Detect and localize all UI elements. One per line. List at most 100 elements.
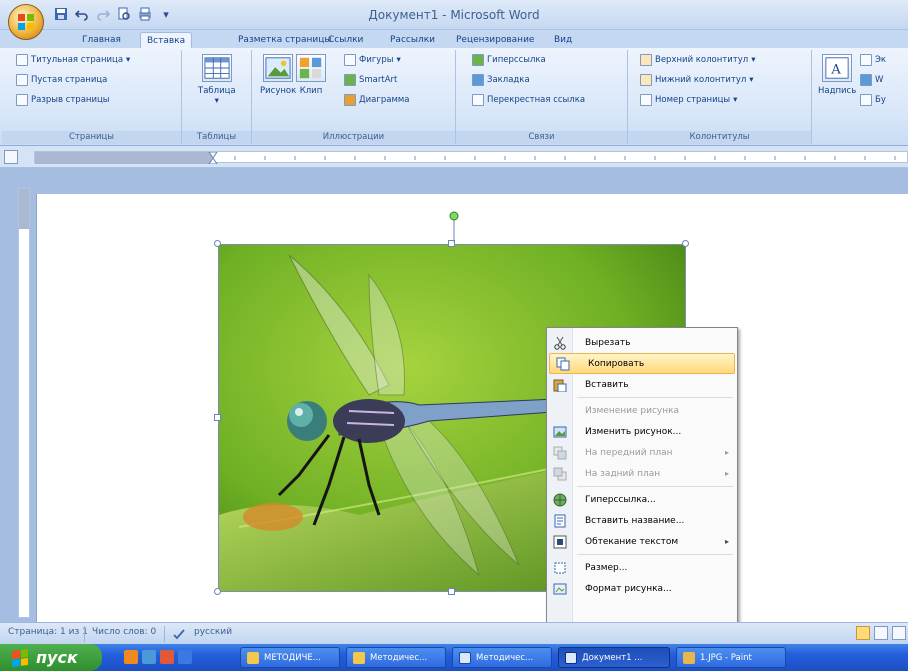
firefox-quicklaunch-icon[interactable] <box>124 650 138 664</box>
page-number-icon <box>640 94 652 106</box>
taskbar-button-word-1[interactable]: Методичес... <box>452 647 552 668</box>
header-button[interactable]: Верхний колонтитул ▾ <box>640 54 756 66</box>
resize-handle-sw[interactable] <box>214 588 221 595</box>
page-break-icon <box>16 94 28 106</box>
caption-icon <box>554 514 566 527</box>
taskbar-button-word-2[interactable]: Документ1 ... <box>558 647 670 668</box>
chart-button[interactable]: Диаграмма <box>344 94 409 106</box>
cross-reference-button[interactable]: Перекрестная ссылка <box>472 94 585 106</box>
tab-insert[interactable]: Вставка <box>140 32 193 48</box>
browser-quicklaunch-icon[interactable] <box>178 650 192 664</box>
quick-parts-button[interactable]: Эк <box>860 54 886 66</box>
menu-item-bring-front: На передний план ▸ <box>547 442 737 463</box>
cover-page-icon <box>16 54 28 66</box>
menu-item-paste[interactable]: Вставить <box>547 374 737 395</box>
menu-item-size[interactable]: Размер... <box>547 557 737 578</box>
wordart-icon <box>860 74 872 86</box>
vertical-ruler[interactable] <box>18 188 30 618</box>
tab-selector[interactable] <box>4 150 18 164</box>
taskbar-button-folder-1[interactable]: МЕТОДИЧЕ... <box>240 647 340 668</box>
text-box-icon: A <box>822 54 853 82</box>
bookmark-icon <box>472 74 484 86</box>
print-layout-view-button[interactable] <box>856 626 870 640</box>
picture-button[interactable]: Рисунок <box>260 54 296 96</box>
language-status[interactable]: русский <box>194 627 232 637</box>
size-icon <box>554 562 566 573</box>
menu-item-text-wrap[interactable]: Обтекание текстом ▸ <box>547 531 737 552</box>
menu-item-hyperlink[interactable]: Гиперссылка... <box>547 489 737 510</box>
resize-handle-s[interactable] <box>448 588 455 595</box>
table-icon <box>201 54 232 82</box>
chart-icon <box>344 94 356 106</box>
context-menu: Вырезать Копировать Вставить Изменение р… <box>546 327 738 629</box>
page-count-status[interactable]: Страница: 1 из 1 <box>8 627 88 637</box>
full-screen-view-button[interactable] <box>874 626 888 640</box>
drop-cap-button[interactable]: Бу <box>860 94 886 106</box>
paint-icon <box>683 651 695 664</box>
web-layout-view-button[interactable] <box>892 626 906 640</box>
rotate-handle-icon[interactable] <box>448 210 460 242</box>
pages-group: Титульная страница ▾ Пустая страница Разр… <box>2 50 182 144</box>
ruler-strip[interactable] <box>34 151 908 165</box>
menu-item-format-picture[interactable]: Формат рисунка... <box>547 578 737 599</box>
bring-front-icon <box>553 446 567 459</box>
table-button[interactable]: Таблица ▾ <box>198 54 236 106</box>
word-count-status[interactable]: Число слов: 0 <box>92 627 156 637</box>
start-button[interactable]: пуск <box>0 644 102 671</box>
office-logo-icon <box>18 14 34 30</box>
svg-text:A: A <box>831 63 842 78</box>
spellcheck-icon[interactable] <box>172 627 186 641</box>
hyperlink-button[interactable]: Гиперссылка <box>472 54 546 66</box>
menu-item-cut[interactable]: Вырезать <box>547 332 737 353</box>
text-box-button[interactable]: A Надпись <box>818 54 856 96</box>
cover-page-button[interactable]: Титульная страница ▾ <box>16 54 130 66</box>
smartart-icon <box>344 74 356 86</box>
pages-group-label: Страницы <box>2 131 181 144</box>
links-group: Гиперссылка Закладка Перекрестная ссылка… <box>456 50 628 144</box>
explorer-quicklaunch-icon[interactable] <box>142 650 156 664</box>
office-button[interactable] <box>8 4 44 40</box>
menu-item-insert-caption[interactable]: Вставить название... <box>547 510 737 531</box>
resize-handle-nw[interactable] <box>214 240 221 247</box>
wordart-button[interactable]: W <box>860 74 883 86</box>
horizontal-ruler <box>0 146 908 168</box>
tables-group: Таблица ▾ Таблицы <box>182 50 252 144</box>
resize-handle-w[interactable] <box>214 414 221 421</box>
ribbon-tabs: Главная Вставка Разметка страницы Ссылки… <box>0 30 908 48</box>
blank-page-button[interactable]: Пустая страница <box>16 74 107 86</box>
menu-item-change-picture[interactable]: Изменить рисунок... <box>547 421 737 442</box>
text-wrap-icon <box>553 535 567 548</box>
menu-item-copy[interactable]: Копировать <box>549 353 735 374</box>
bookmark-button[interactable]: Закладка <box>472 74 530 86</box>
resize-handle-ne[interactable] <box>682 240 689 247</box>
illustrations-group: Рисунок Клип Фигуры ▾ SmartArt Диаграмма … <box>252 50 456 144</box>
quick-parts-icon <box>860 54 872 66</box>
smartart-button[interactable]: SmartArt <box>344 74 397 86</box>
tab-view[interactable]: Вид <box>548 32 578 48</box>
tab-mailings[interactable]: Рассылки <box>384 32 441 48</box>
tab-review[interactable]: Рецензирование <box>450 32 540 48</box>
tab-home[interactable]: Главная <box>76 32 127 48</box>
taskbar-button-paint[interactable]: 1.JPG - Paint <box>676 647 786 668</box>
menu-item-change-picture-disabled: Изменение рисунка <box>585 405 680 416</box>
text-group: A Надпись Эк W Бу <box>812 50 908 144</box>
hyperlink-icon <box>553 493 567 506</box>
ruler-ticks-icon <box>35 151 896 165</box>
media-quicklaunch-icon[interactable] <box>160 650 174 664</box>
folder-icon <box>247 651 259 664</box>
tab-references[interactable]: Ссылки <box>322 32 369 48</box>
blank-page-icon <box>16 74 28 86</box>
footer-button[interactable]: Нижний колонтитул ▾ <box>640 74 754 86</box>
shapes-icon <box>344 54 356 66</box>
header-footer-group: Верхний колонтитул ▾ Нижний колонтитул ▾ Н… <box>628 50 812 144</box>
page-break-button[interactable]: Разрыв страницы <box>16 94 109 106</box>
page-number-button[interactable]: Номер страницы ▾ <box>640 94 737 106</box>
taskbar-button-folder-2[interactable]: Методичес... <box>346 647 446 668</box>
word-icon <box>565 651 577 664</box>
header-footer-group-label: Колонтитулы <box>628 131 811 144</box>
shapes-button[interactable]: Фигуры ▾ <box>344 54 401 66</box>
send-back-icon <box>553 467 567 480</box>
footer-icon <box>640 74 652 86</box>
taskbar: пуск МЕТОДИЧЕ... Методичес... Методичес.… <box>0 644 908 671</box>
clip-art-button[interactable]: Клип <box>296 54 326 96</box>
